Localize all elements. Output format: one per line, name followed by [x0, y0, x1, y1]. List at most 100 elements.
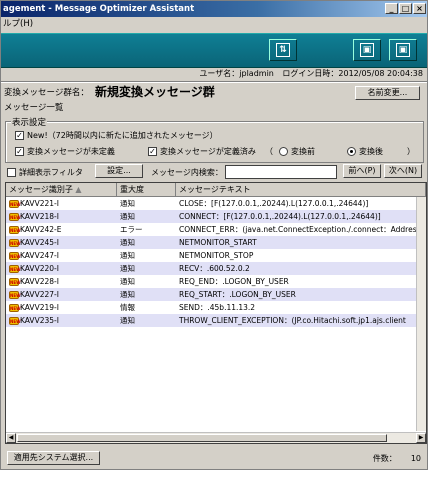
- filter-settings-button[interactable]: 設定...: [95, 164, 143, 178]
- search-input[interactable]: [225, 165, 337, 179]
- defined-checkbox-label: 変換メッセージが定義済み: [160, 147, 256, 156]
- detail-filter-checkbox-box[interactable]: [7, 168, 16, 177]
- cell-text: CONNECT_ERR：(java.net.ConnectException./…: [179, 225, 421, 234]
- window-title: agement - Message Optimizer Assistant: [3, 4, 195, 14]
- cell-severity: エラー: [120, 225, 143, 234]
- defined-checkbox[interactable]: ✓ 変換メッセージが定義済み: [148, 146, 256, 157]
- radio-before-dot[interactable]: [279, 147, 288, 156]
- prev-button[interactable]: 前へ(P): [343, 164, 381, 178]
- new-checkbox[interactable]: ✓ New!（72時間以内に新たに追加されたメッセージ）: [15, 130, 218, 141]
- display-settings-legend: 表示設定: [11, 116, 48, 128]
- detail-filter-checkbox[interactable]: 詳細表示フィルタ: [7, 167, 83, 178]
- toolbar-export-button[interactable]: ▣: [353, 39, 381, 61]
- minimize-button[interactable]: _: [385, 3, 398, 14]
- undefined-checkbox-label: 変換メッセージが未定義: [27, 147, 115, 156]
- toolbar-import-button[interactable]: ▣: [389, 39, 417, 61]
- cell-severity: 通知: [120, 199, 135, 208]
- message-id: KAVV235-I: [20, 316, 59, 325]
- cell-id: NEWKAVV245-I: [6, 236, 117, 249]
- login-label: ログイン日時：: [282, 69, 339, 78]
- cell-id: NEWKAVV221-I: [6, 197, 117, 210]
- scroll-right-arrow[interactable]: ▶: [416, 433, 426, 443]
- cell-severity: 通知: [120, 277, 135, 286]
- table-row[interactable]: NEWKAVV235-I 通知 THROW_CLIENT_EXCEPTION：(JP…: [6, 314, 426, 327]
- scroll-left-arrow[interactable]: ◀: [6, 433, 16, 443]
- cell-text: RECV：.600.52.0.2: [179, 264, 250, 273]
- vertical-scrollbar[interactable]: [416, 197, 426, 431]
- scroll-thumb[interactable]: [17, 434, 387, 442]
- sort-asc-icon: ▲: [75, 185, 82, 194]
- login-time: 2012/05/08 20:04:38: [338, 69, 423, 78]
- new-badge-icon: NEW: [9, 317, 21, 325]
- col-header-id[interactable]: メッセージ識別子 ▲: [6, 183, 117, 197]
- new-badge-icon: NEW: [9, 200, 21, 208]
- cell-id: NEWKAVV247-I: [6, 249, 117, 262]
- cell-text: THROW_CLIENT_EXCEPTION：(JP.co.Hitachi.so…: [179, 316, 406, 325]
- radio-after-dot[interactable]: [347, 147, 356, 156]
- message-id: KAVV221-I: [20, 199, 59, 208]
- cell-text: SEND：.45b.11.13.2: [179, 303, 256, 312]
- table-row[interactable]: NEWKAVV245-I 通知 NETMONITOR_START: [6, 236, 426, 249]
- table-row[interactable]: NEWKAVV220-I 通知 RECV：.600.52.0.2: [6, 262, 426, 275]
- system-select-button[interactable]: 適用先システム選択...: [7, 451, 100, 465]
- message-id: KAVV227-I: [20, 290, 59, 299]
- maximize-button[interactable]: □: [399, 3, 412, 14]
- next-button[interactable]: 次へ(N): [384, 164, 422, 178]
- title-bar: agement - Message Optimizer Assistant _ …: [1, 1, 427, 17]
- table-row[interactable]: NEWKAVV227-I 通知 REQ_START：.LOGON_BY_USER: [6, 288, 426, 301]
- table-header: メッセージ識別子 ▲ 重大度 メッセージテキスト: [6, 183, 426, 197]
- cell-text: NETMONITOR_START: [179, 238, 257, 247]
- new-badge-icon: NEW: [9, 252, 21, 260]
- message-id: KAVV219-I: [20, 303, 59, 312]
- cell-severity: 通知: [120, 212, 135, 221]
- col-header-text[interactable]: メッセージテキスト: [176, 183, 426, 197]
- paren-open: （: [265, 147, 273, 156]
- new-checkbox-label: New!（72時間以内に新たに追加されたメッセージ）: [27, 131, 218, 140]
- table-row[interactable]: NEWKAVV219-I 情報 SEND：.45b.11.13.2: [6, 301, 426, 314]
- close-button[interactable]: ×: [413, 3, 426, 14]
- transfer-icon: ⇅: [276, 43, 290, 57]
- cell-text: CLOSE：[F(127.0.0.1,.20244).L(127.0.0.1,.…: [179, 199, 369, 208]
- group-name: 新規変換メッセージ群: [95, 85, 215, 99]
- new-badge-icon: NEW: [9, 213, 21, 221]
- count-label: 件数：: [372, 454, 397, 463]
- toolbar-transfer-button[interactable]: ⇅: [269, 39, 297, 61]
- search-label: メッセージ内検索：: [151, 168, 223, 177]
- cell-id: NEWKAVV235-I: [6, 314, 117, 327]
- cell-id: NEWKAVV242-E: [6, 223, 117, 236]
- radio-after[interactable]: 変換後: [347, 146, 383, 157]
- toolbar: ⇅ ▣ ▣: [1, 33, 427, 68]
- undefined-checkbox-box[interactable]: ✓: [15, 147, 24, 156]
- cell-severity: 情報: [120, 303, 135, 312]
- rename-button[interactable]: 名前変更...: [355, 86, 420, 100]
- paren-close: ）: [407, 147, 415, 156]
- table-row[interactable]: NEWKAVV242-E エラー CONNECT_ERR：(java.net.Con…: [6, 223, 426, 236]
- cell-id: NEWKAVV228-I: [6, 275, 117, 288]
- detail-filter-label: 詳細表示フィルタ: [19, 168, 83, 177]
- message-id: KAVV245-I: [20, 238, 59, 247]
- count-value: 10: [410, 454, 421, 463]
- menu-help[interactable]: ルプ(H): [3, 19, 33, 29]
- table-row[interactable]: NEWKAVV228-I 通知 REQ_END：.LOGON_BY_USER: [6, 275, 426, 288]
- new-checkbox-box[interactable]: ✓: [15, 131, 24, 140]
- col-header-severity[interactable]: 重大度: [117, 183, 176, 197]
- undefined-checkbox[interactable]: ✓ 変換メッセージが未定義: [15, 146, 115, 157]
- cell-text: REQ_END：.LOGON_BY_USER: [179, 277, 289, 286]
- menu-bar: ルプ(H): [1, 17, 427, 32]
- export-icon: ▣: [360, 43, 374, 57]
- table-row[interactable]: NEWKAVV218-I 通知 CONNECT：[F(127.0.0.1,.2024…: [6, 210, 426, 223]
- horizontal-scrollbar[interactable]: ◀ ▶: [6, 432, 426, 443]
- radio-before[interactable]: 変換前: [279, 146, 315, 157]
- cell-text: CONNECT：[F(127.0.0.1,.20244).L(127.0.0.1…: [179, 212, 381, 221]
- defined-checkbox-box[interactable]: ✓: [148, 147, 157, 156]
- cell-id: NEWKAVV220-I: [6, 262, 117, 275]
- table-row[interactable]: NEWKAVV221-I 通知 CLOSE：[F(127.0.0.1,.20244)…: [6, 197, 426, 210]
- cell-severity: 通知: [120, 251, 135, 260]
- message-list-label: メッセージ一覧: [4, 103, 64, 113]
- message-id: KAVV242-E: [20, 225, 62, 234]
- message-table: メッセージ識別子 ▲ 重大度 メッセージテキスト NEWKAVV221-I 通知 C…: [5, 182, 427, 444]
- table-row[interactable]: NEWKAVV247-I 通知 NETMONITOR_STOP: [6, 249, 426, 262]
- user-name: jpladmin: [239, 69, 274, 78]
- import-icon: ▣: [396, 43, 410, 57]
- radio-before-label: 変換前: [291, 147, 315, 156]
